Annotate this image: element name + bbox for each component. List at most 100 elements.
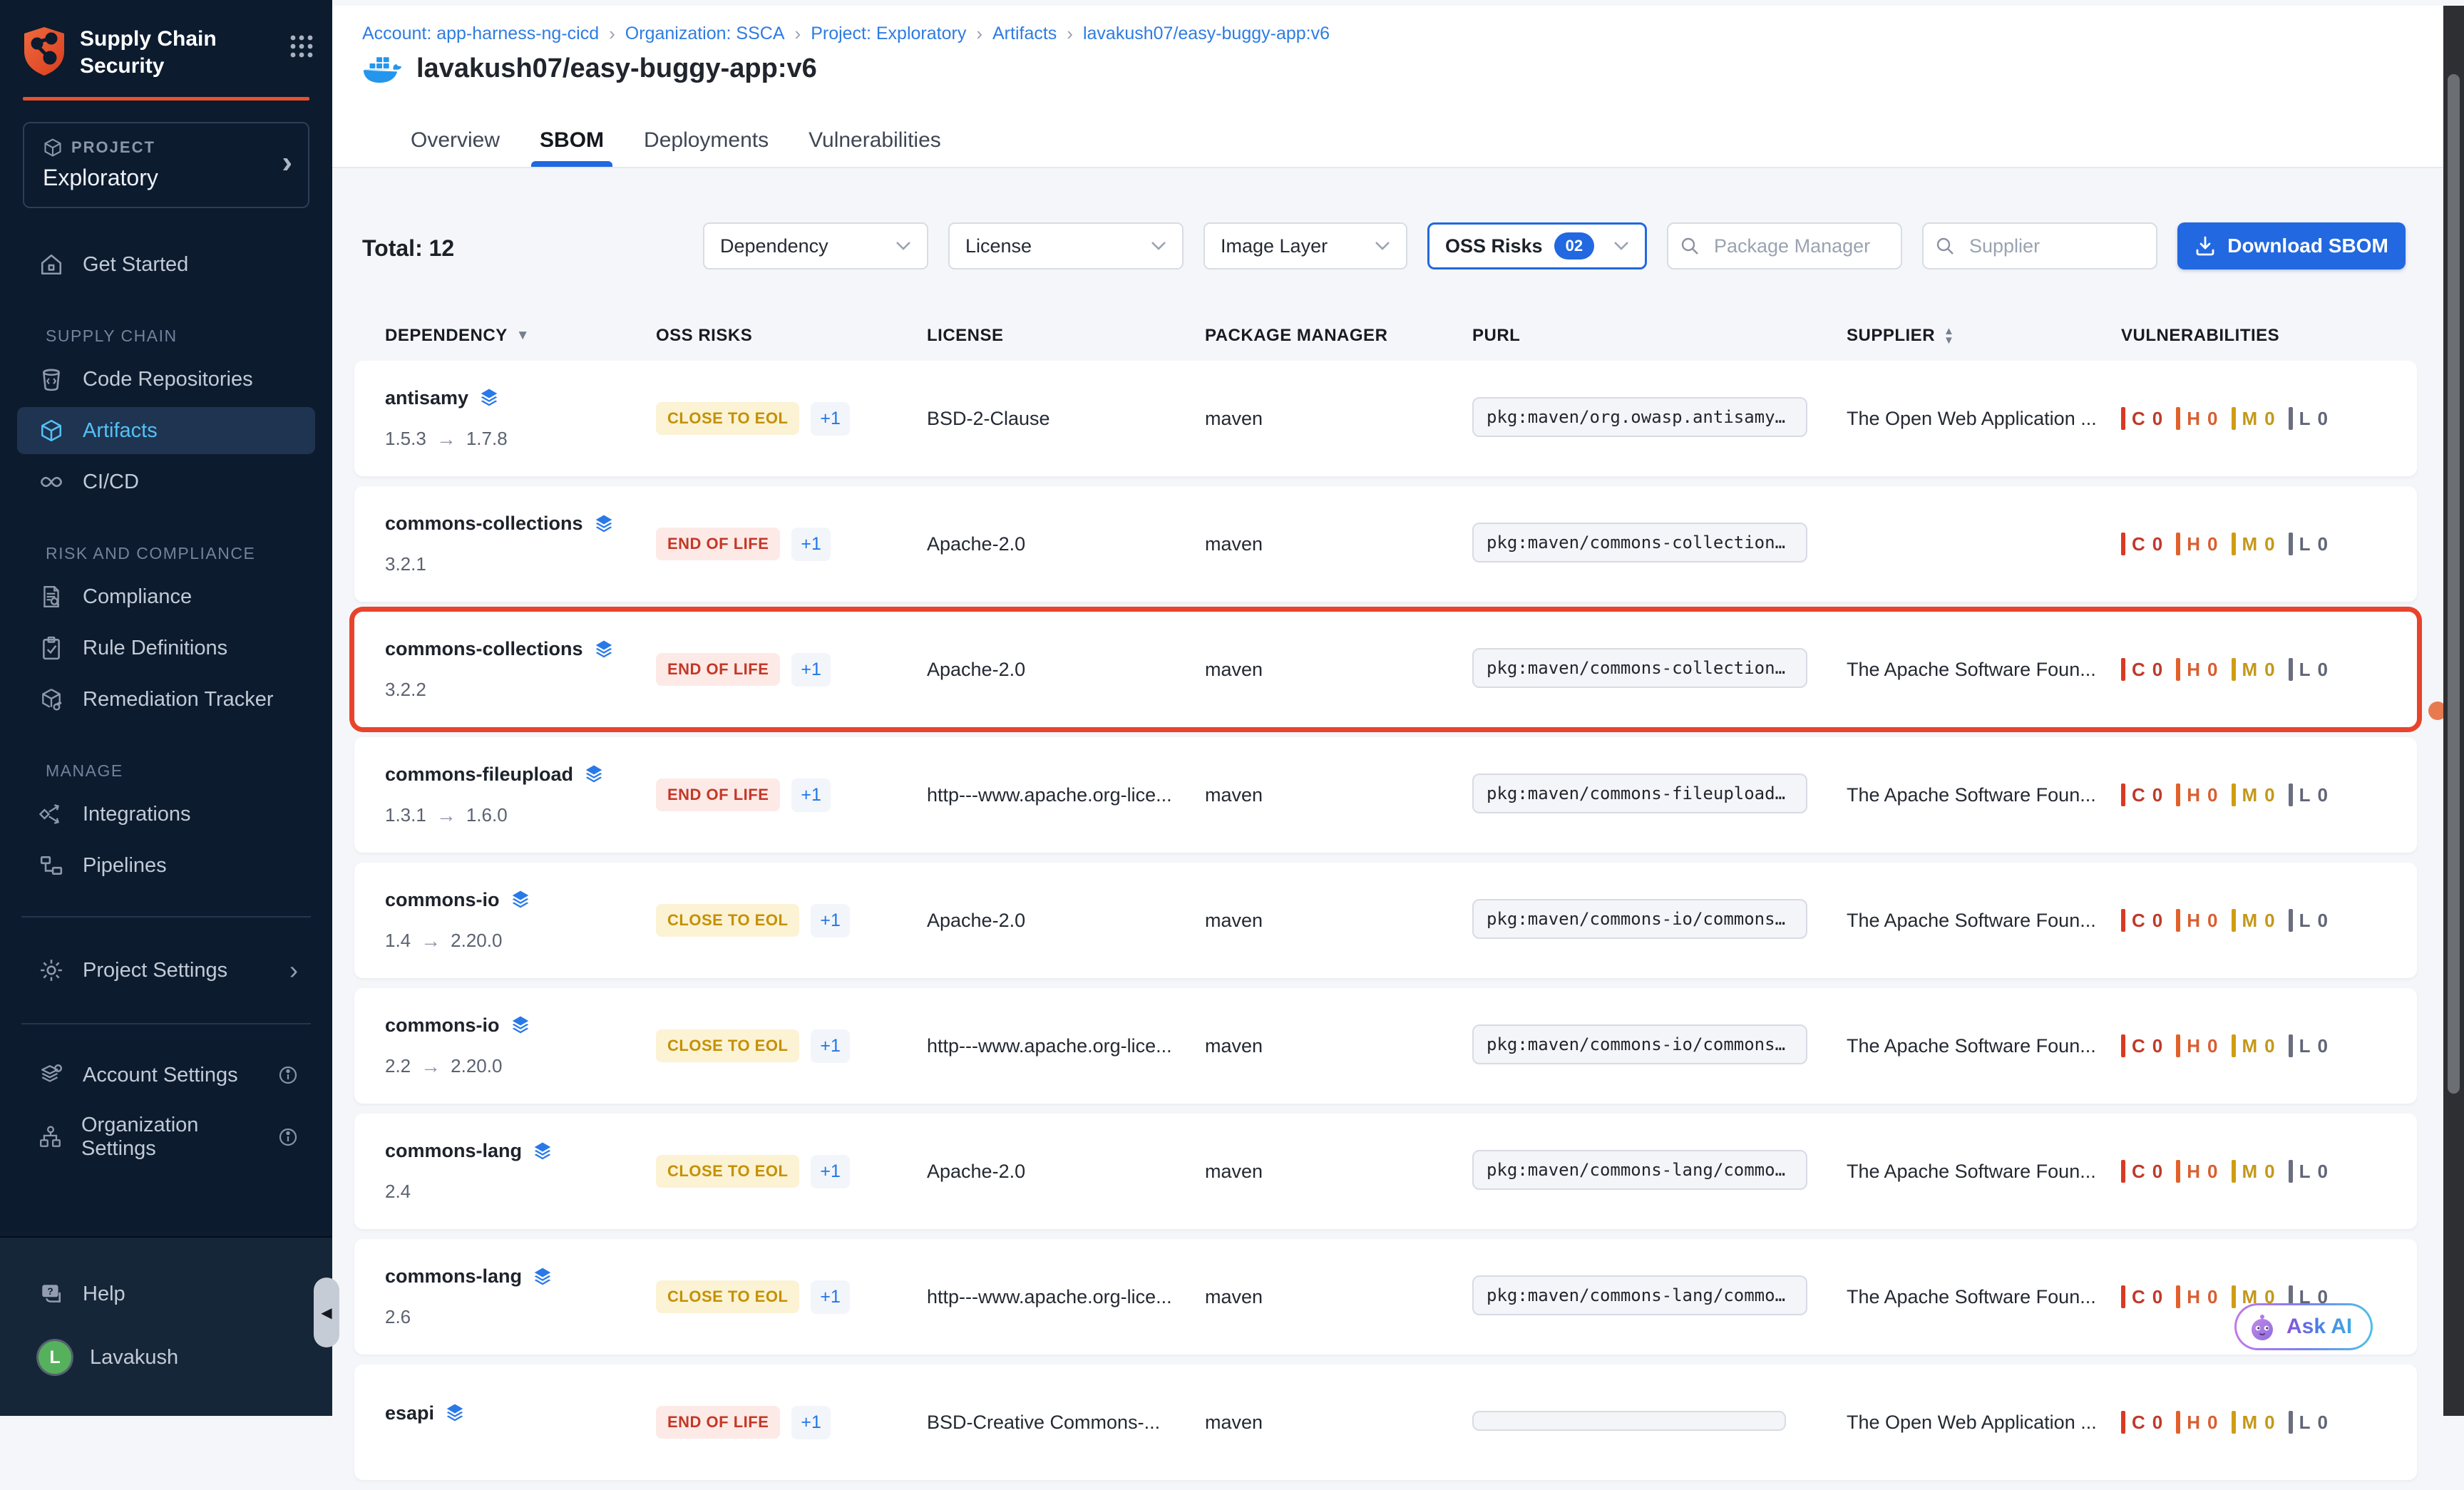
oss-risks-filter-dropdown[interactable]: OSS Risks 02 <box>1427 222 1647 269</box>
sidebar-item-compliance[interactable]: Compliance <box>17 573 315 620</box>
table-row[interactable]: commons-fileupload 1.3.1 → 1.6.0 END OF … <box>354 737 2417 853</box>
ask-ai-button[interactable]: Ask AI <box>2234 1303 2373 1350</box>
column-header-supplier[interactable]: SUPPLIER ▲▼ <box>1847 326 2121 346</box>
low-count: L0 <box>2289 909 2329 932</box>
oss-risk-more-badge[interactable]: +1 <box>811 1029 850 1063</box>
tab-vulnerabilities[interactable]: Vulnerabilities <box>808 128 941 167</box>
sidebar-item-integrations[interactable]: Integrations <box>17 791 315 838</box>
critical-bar <box>2121 533 2125 555</box>
info-icon[interactable] <box>278 1065 298 1085</box>
purl-pill[interactable]: pkg:maven/commons-collections/co… <box>1472 523 1807 562</box>
layers-icon <box>593 639 615 660</box>
critical-bar <box>2121 1411 2125 1434</box>
table-row[interactable]: commons-lang 2.6 → CLOSE TO EOL +1 http-… <box>354 1239 2417 1355</box>
download-sbom-button[interactable]: Download SBOM <box>2177 222 2406 269</box>
table-row[interactable]: esapi → END OF LIFE +1 BSD-Creative Comm… <box>354 1365 2417 1480</box>
section-manage: MANAGE <box>46 761 332 781</box>
sidebar-item-project-settings[interactable]: Project Settings › <box>17 945 315 996</box>
oss-risk-more-badge[interactable]: +1 <box>811 904 850 937</box>
sidebar-item-label: Compliance <box>83 585 192 609</box>
sidebar-item-organization-settings[interactable]: Organization Settings <box>17 1103 315 1171</box>
oss-risk-more-badge[interactable]: +1 <box>791 528 831 561</box>
breadcrumb-artifact-name[interactable]: lavakush07/easy-buggy-app:v6 <box>1083 24 1330 44</box>
sidebar-item-help[interactable]: ? Help <box>17 1270 315 1317</box>
oss-risk-more-badge[interactable]: +1 <box>791 1406 831 1439</box>
sidebar-collapse-handle[interactable]: ◀ <box>314 1278 339 1347</box>
oss-risk-more-badge[interactable]: +1 <box>791 779 831 812</box>
breadcrumb-project[interactable]: Project: Exploratory <box>811 24 966 44</box>
purl-pill[interactable]: pkg:maven/org.owasp.antisamy/ant… <box>1472 397 1807 437</box>
layers-icon <box>583 764 605 785</box>
sidebar: Supply Chain Security PROJECT Explorator… <box>0 0 332 1416</box>
table-row[interactable]: commons-collections 3.2.2 → END OF LIFE … <box>354 612 2417 727</box>
image-layer-filter-dropdown[interactable]: Image Layer <box>1203 222 1407 269</box>
dependency-version: 1.4 <box>385 930 411 952</box>
vulnerabilities-cell: C0 H0 M0 L0 <box>2121 783 2417 806</box>
accent-divider <box>23 97 309 101</box>
critical-count: C0 <box>2121 658 2163 681</box>
oss-risk-more-badge[interactable]: +1 <box>791 653 831 687</box>
package-manager-search-input[interactable] <box>1667 222 1902 269</box>
project-selector[interactable]: PROJECT Exploratory › <box>23 122 309 208</box>
medium-bar <box>2232 1285 2236 1308</box>
column-header-dependency[interactable]: DEPENDENCY ▼ <box>385 326 656 346</box>
sidebar-item-artifacts[interactable]: Artifacts <box>17 407 315 454</box>
low-count: L0 <box>2289 533 2329 555</box>
oss-risk-more-badge[interactable]: +1 <box>811 1280 850 1314</box>
license-filter-dropdown[interactable]: License <box>948 222 1184 269</box>
dependency-name: commons-io <box>385 1014 500 1037</box>
table-row[interactable]: antisamy 1.5.3 → 1.7.8 CLOSE TO EOL +1 B… <box>354 361 2417 476</box>
purl-pill[interactable] <box>1472 1411 1786 1431</box>
license-cell: http---www.apache.org-lice... <box>927 784 1205 806</box>
sidebar-item-remediation-tracker[interactable]: Remediation Tracker <box>17 676 315 723</box>
oss-risk-badge: CLOSE TO EOL <box>656 1155 799 1188</box>
sidebar-item-rule-definitions[interactable]: Rule Definitions <box>17 625 315 672</box>
supplier-cell: The Open Web Application ... <box>1847 1412 2121 1434</box>
tab-sbom[interactable]: SBOM <box>540 128 604 167</box>
scrollbar-thumb[interactable] <box>2448 74 2460 1094</box>
purl-pill[interactable]: pkg:maven/commons-lang/commons-l… <box>1472 1150 1807 1190</box>
table-row[interactable]: commons-collections 3.2.1 → END OF LIFE … <box>354 486 2417 602</box>
dependency-upgrade-version: 2.20.0 <box>451 1055 502 1077</box>
low-count: L0 <box>2289 407 2329 430</box>
oss-risk-more-badge[interactable]: +1 <box>811 1155 850 1188</box>
table-row[interactable]: commons-lang 2.4 → CLOSE TO EOL +1 Apach… <box>354 1114 2417 1229</box>
tab-deployments[interactable]: Deployments <box>644 128 769 167</box>
low-bar <box>2289 1411 2293 1434</box>
purl-pill[interactable]: pkg:maven/commons-io/commons-io@… <box>1472 1024 1807 1064</box>
app-switcher-icon[interactable] <box>289 34 314 58</box>
sidebar-item-get-started[interactable]: Get Started <box>17 241 315 288</box>
package-manager-cell: maven <box>1205 1412 1472 1434</box>
breadcrumb-account[interactable]: Account: app-harness-ng-cicd <box>362 24 599 44</box>
sidebar-item-account-settings[interactable]: Account Settings <box>17 1052 315 1099</box>
supplier-cell: The Apache Software Foun... <box>1847 659 2121 681</box>
table-row[interactable]: commons-io 2.2 → 2.20.0 CLOSE TO EOL +1 … <box>354 988 2417 1104</box>
scrollbar-track[interactable] <box>2443 6 2464 1416</box>
sidebar-item-pipelines[interactable]: Pipelines <box>17 842 315 889</box>
table-row[interactable]: commons-io 1.4 → 2.20.0 CLOSE TO EOL +1 … <box>354 863 2417 978</box>
purl-pill[interactable]: pkg:maven/commons-collections/co… <box>1472 648 1807 688</box>
oss-risk-more-badge[interactable]: +1 <box>811 402 850 436</box>
breadcrumb-organization[interactable]: Organization: SSCA <box>625 24 785 44</box>
project-label: PROJECT <box>71 138 155 157</box>
low-count: L0 <box>2289 783 2329 806</box>
user-menu[interactable]: L Lavakush <box>17 1330 315 1384</box>
purl-pill[interactable]: pkg:maven/commons-io/commons-io@… <box>1472 899 1807 939</box>
license-cell: Apache-2.0 <box>927 533 1205 555</box>
layers-icon <box>510 889 531 910</box>
supplier-search-input[interactable] <box>1922 222 2157 269</box>
tab-overview[interactable]: Overview <box>411 128 500 167</box>
dependency-filter-dropdown[interactable]: Dependency <box>703 222 928 269</box>
package-manager-cell: maven <box>1205 408 1472 430</box>
critical-count: C0 <box>2121 783 2163 806</box>
info-icon[interactable] <box>278 1127 298 1147</box>
package-manager-cell: maven <box>1205 1286 1472 1308</box>
low-bar <box>2289 407 2293 430</box>
purl-pill[interactable]: pkg:maven/commons-fileupload/com… <box>1472 774 1807 813</box>
purl-pill[interactable]: pkg:maven/commons-lang/commons-l… <box>1472 1275 1807 1315</box>
breadcrumb-artifacts[interactable]: Artifacts <box>992 24 1057 44</box>
medium-bar <box>2232 533 2236 555</box>
sidebar-item-cicd[interactable]: CI/CD <box>17 458 315 505</box>
sidebar-item-code-repositories[interactable]: Code Repositories <box>17 356 315 403</box>
pipelines-icon <box>38 853 64 878</box>
